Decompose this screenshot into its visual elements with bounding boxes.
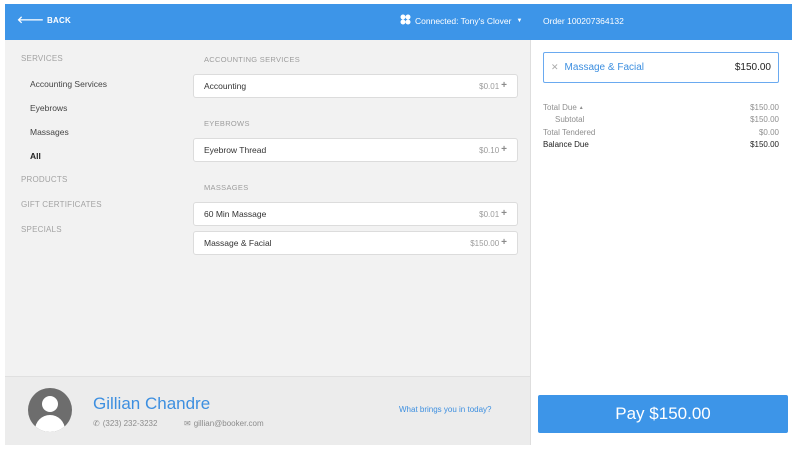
section-accounting-services: ACCOUNTING SERVICES: [204, 55, 300, 64]
item-name: Accounting: [204, 81, 247, 91]
email-value: gillian@booker.com: [193, 419, 264, 428]
order-panel: ✕ Massage & Facial $150.00 Total Due ▲ $1…: [530, 40, 792, 445]
category-services[interactable]: SERVICES: [21, 54, 63, 63]
item-price: $150.00 +: [470, 238, 507, 248]
pos-app: 🡐 BACK Connected: Tony's Clover ▼ Order …: [5, 4, 792, 445]
close-icon[interactable]: ✕: [551, 62, 559, 73]
catalog-panel: SERVICES Accounting Services Eyebrows Ma…: [5, 40, 530, 376]
pay-button[interactable]: Pay $150.00: [538, 395, 788, 433]
back-button[interactable]: 🡐 BACK: [17, 14, 71, 26]
section-eyebrows: EYEBROWS: [204, 119, 250, 128]
envelope-icon: ✉: [184, 419, 191, 428]
item-price: $0.01 +: [479, 209, 507, 219]
plus-icon[interactable]: +: [501, 238, 507, 248]
subcategory-all[interactable]: All: [30, 151, 41, 161]
phone-icon: ✆: [93, 419, 100, 428]
balance-due-row: Balance Due $150.00: [543, 139, 779, 152]
catalog-item-60-min-massage[interactable]: 60 Min Massage $0.01 +: [193, 202, 518, 226]
item-price-value: $0.01: [479, 81, 500, 91]
user-avatar-icon[interactable]: [28, 388, 72, 432]
item-name: 60 Min Massage: [204, 209, 267, 219]
item-price-value: $0.01: [479, 209, 500, 219]
cart-item-name: Massage & Facial: [564, 62, 645, 73]
arrow-left-icon: 🡐: [17, 14, 45, 26]
item-price-value: $150.00: [470, 238, 500, 248]
balance-due-value: $150.00: [750, 140, 779, 150]
item-price: $0.10 +: [479, 145, 507, 155]
visit-reason-link[interactable]: What brings you in today?: [399, 405, 492, 414]
catalog-item-massage-facial[interactable]: Massage & Facial $150.00 +: [193, 231, 518, 255]
total-tendered-row: Total Tendered $0.00: [543, 126, 779, 139]
customer-name[interactable]: Gillian Chandre: [93, 394, 210, 414]
customer-bar: Gillian Chandre ✆ (323) 232-3232 ✉ gilli…: [5, 376, 530, 445]
subcategory-eyebrows[interactable]: Eyebrows: [30, 103, 67, 113]
chevron-down-icon: ▼: [516, 17, 523, 24]
connected-label: Connected: Tony's Clover: [415, 15, 512, 26]
catalog-item-eyebrow-thread[interactable]: Eyebrow Thread $0.10 +: [193, 138, 518, 162]
total-due-label: Total Due: [543, 102, 577, 112]
phone-value: (323) 232-3232: [102, 419, 158, 428]
category-specials[interactable]: SPECIALS: [21, 225, 62, 234]
caret-up-icon: ▲: [578, 104, 584, 111]
section-massages: MASSAGES: [204, 183, 249, 192]
item-name: Massage & Facial: [204, 238, 272, 248]
subtotal-label: Subtotal: [555, 115, 585, 125]
subcategory-massages[interactable]: Massages: [30, 127, 69, 137]
connected-dropdown[interactable]: Connected: Tony's Clover ▼: [400, 14, 522, 27]
subcategory-accounting-services[interactable]: Accounting Services: [30, 79, 107, 89]
total-tendered-label: Total Tendered: [543, 127, 596, 137]
category-products[interactable]: PRODUCTS: [21, 175, 68, 184]
order-totals: Total Due ▲ $150.00 Subtotal $150.00 Tota…: [543, 101, 779, 151]
back-label: BACK: [47, 16, 71, 25]
catalog-item-accounting[interactable]: Accounting $0.01 +: [193, 74, 518, 98]
customer-email: ✉ gillian@booker.com: [184, 419, 264, 428]
item-price-value: $0.10: [479, 145, 500, 155]
plus-icon[interactable]: +: [501, 209, 507, 219]
plus-icon[interactable]: +: [501, 81, 507, 91]
item-price: $0.01 +: [479, 81, 507, 91]
total-due-row[interactable]: Total Due ▲ $150.00: [543, 101, 779, 114]
order-number: Order 100207364132: [543, 16, 624, 26]
cart-item-price: $150.00: [734, 62, 771, 73]
customer-phone: ✆ (323) 232-3232: [93, 419, 157, 428]
total-tendered-value: $0.00: [758, 127, 779, 137]
cart-line-item[interactable]: ✕ Massage & Facial $150.00: [543, 52, 779, 83]
clover-icon: [400, 14, 411, 27]
category-gift-certificates[interactable]: GIFT CERTIFICATES: [21, 200, 102, 209]
item-name: Eyebrow Thread: [204, 145, 267, 155]
subtotal-value: $150.00: [750, 115, 779, 125]
balance-due-label: Balance Due: [543, 140, 589, 150]
plus-icon[interactable]: +: [501, 145, 507, 155]
subtotal-row: Subtotal $150.00: [543, 114, 779, 127]
top-bar: 🡐 BACK Connected: Tony's Clover ▼ Order …: [5, 4, 792, 40]
total-due-value: $150.00: [750, 102, 779, 112]
